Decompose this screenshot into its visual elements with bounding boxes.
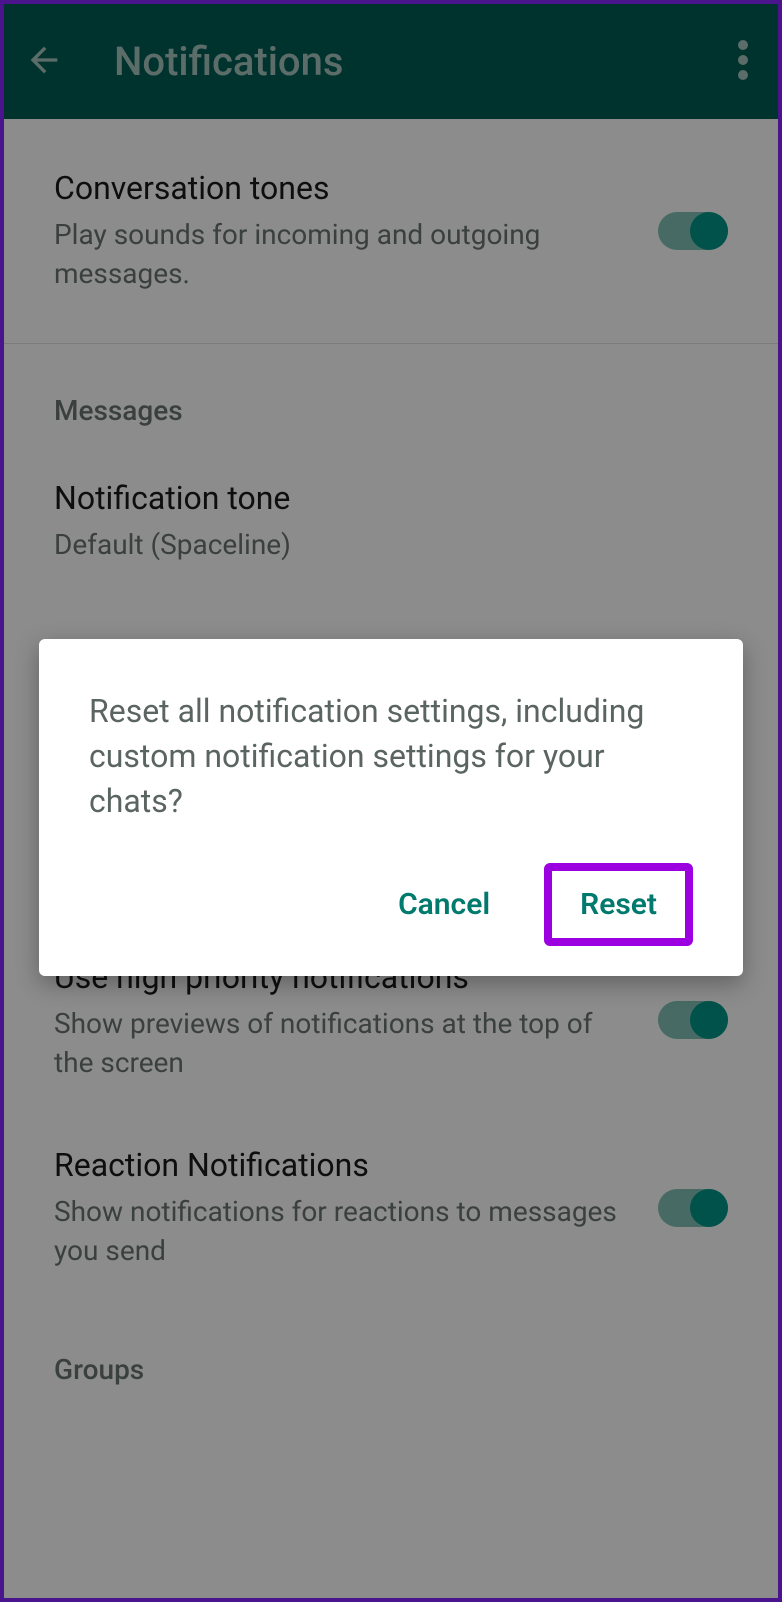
dialog-buttons: Cancel Reset (89, 863, 693, 946)
dialog-message: Reset all notification settings, includi… (89, 689, 693, 823)
cancel-button[interactable]: Cancel (374, 871, 514, 938)
reset-button[interactable]: Reset (568, 879, 669, 930)
reset-dialog: Reset all notification settings, includi… (39, 639, 743, 976)
reset-highlight: Reset (544, 863, 693, 946)
